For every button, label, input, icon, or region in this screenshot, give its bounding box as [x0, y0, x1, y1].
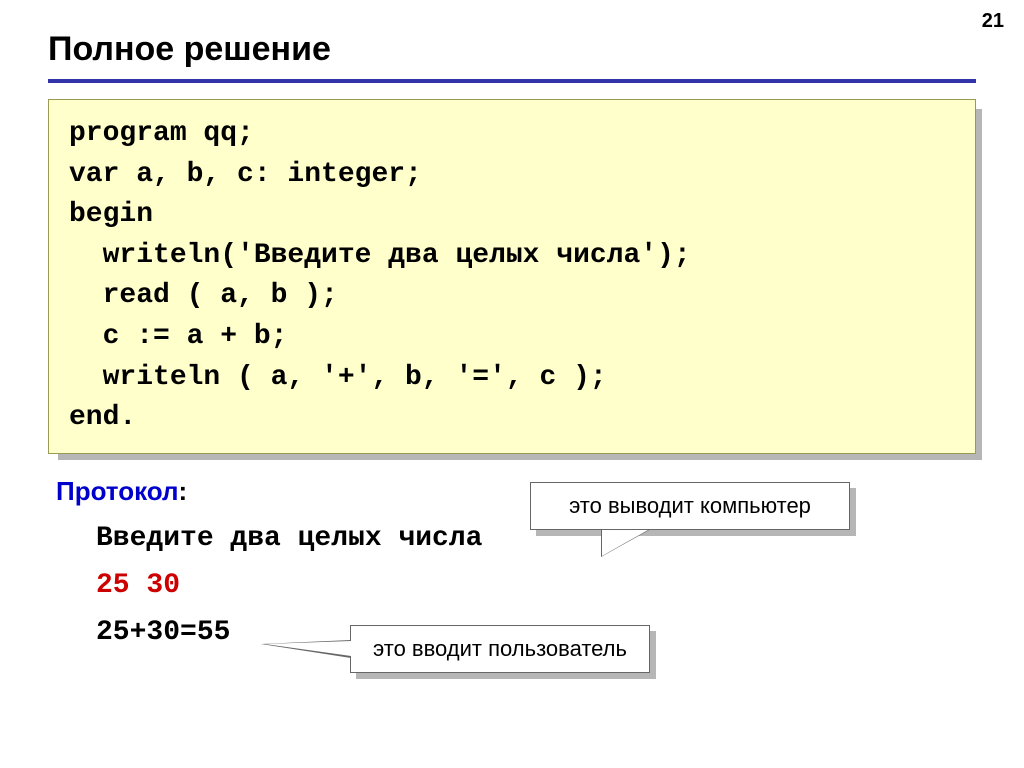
- code-line-2: var a, b, c: integer;: [69, 159, 422, 190]
- code-line-4: writeln('Введите два целых числа');: [69, 240, 691, 271]
- code-block-container: program qq; var a, b, c: integer; begin …: [48, 99, 976, 454]
- page-number: 21: [982, 10, 1004, 33]
- code-line-5: read ( a, b );: [69, 280, 338, 311]
- protocol-user-input: 25 30: [56, 570, 976, 601]
- callout-user-input: это вводит пользователь: [350, 625, 650, 673]
- title-divider: [48, 79, 976, 83]
- code-line-3: begin: [69, 199, 153, 230]
- code-line-8: end.: [69, 402, 136, 433]
- code-block: program qq; var a, b, c: integer; begin …: [48, 99, 976, 454]
- code-line-6: c := a + b;: [69, 321, 287, 352]
- protocol-label-word: Протокол: [56, 476, 179, 506]
- callout-computer-text: это выводит компьютер: [569, 493, 811, 518]
- code-line-1: program qq;: [69, 118, 254, 149]
- callout-pointer-icon: [601, 529, 651, 557]
- protocol-label-colon: :: [179, 476, 188, 506]
- callout-pointer-icon: [261, 640, 351, 658]
- slide-title: Полное решение: [48, 30, 976, 69]
- callout-computer-output: это выводит компьютер: [530, 482, 850, 530]
- slide: 21 Полное решение program qq; var a, b, …: [0, 0, 1024, 768]
- callout-user-text: это вводит пользователь: [373, 636, 627, 661]
- code-line-7: writeln ( a, '+', b, '=', c );: [69, 362, 607, 393]
